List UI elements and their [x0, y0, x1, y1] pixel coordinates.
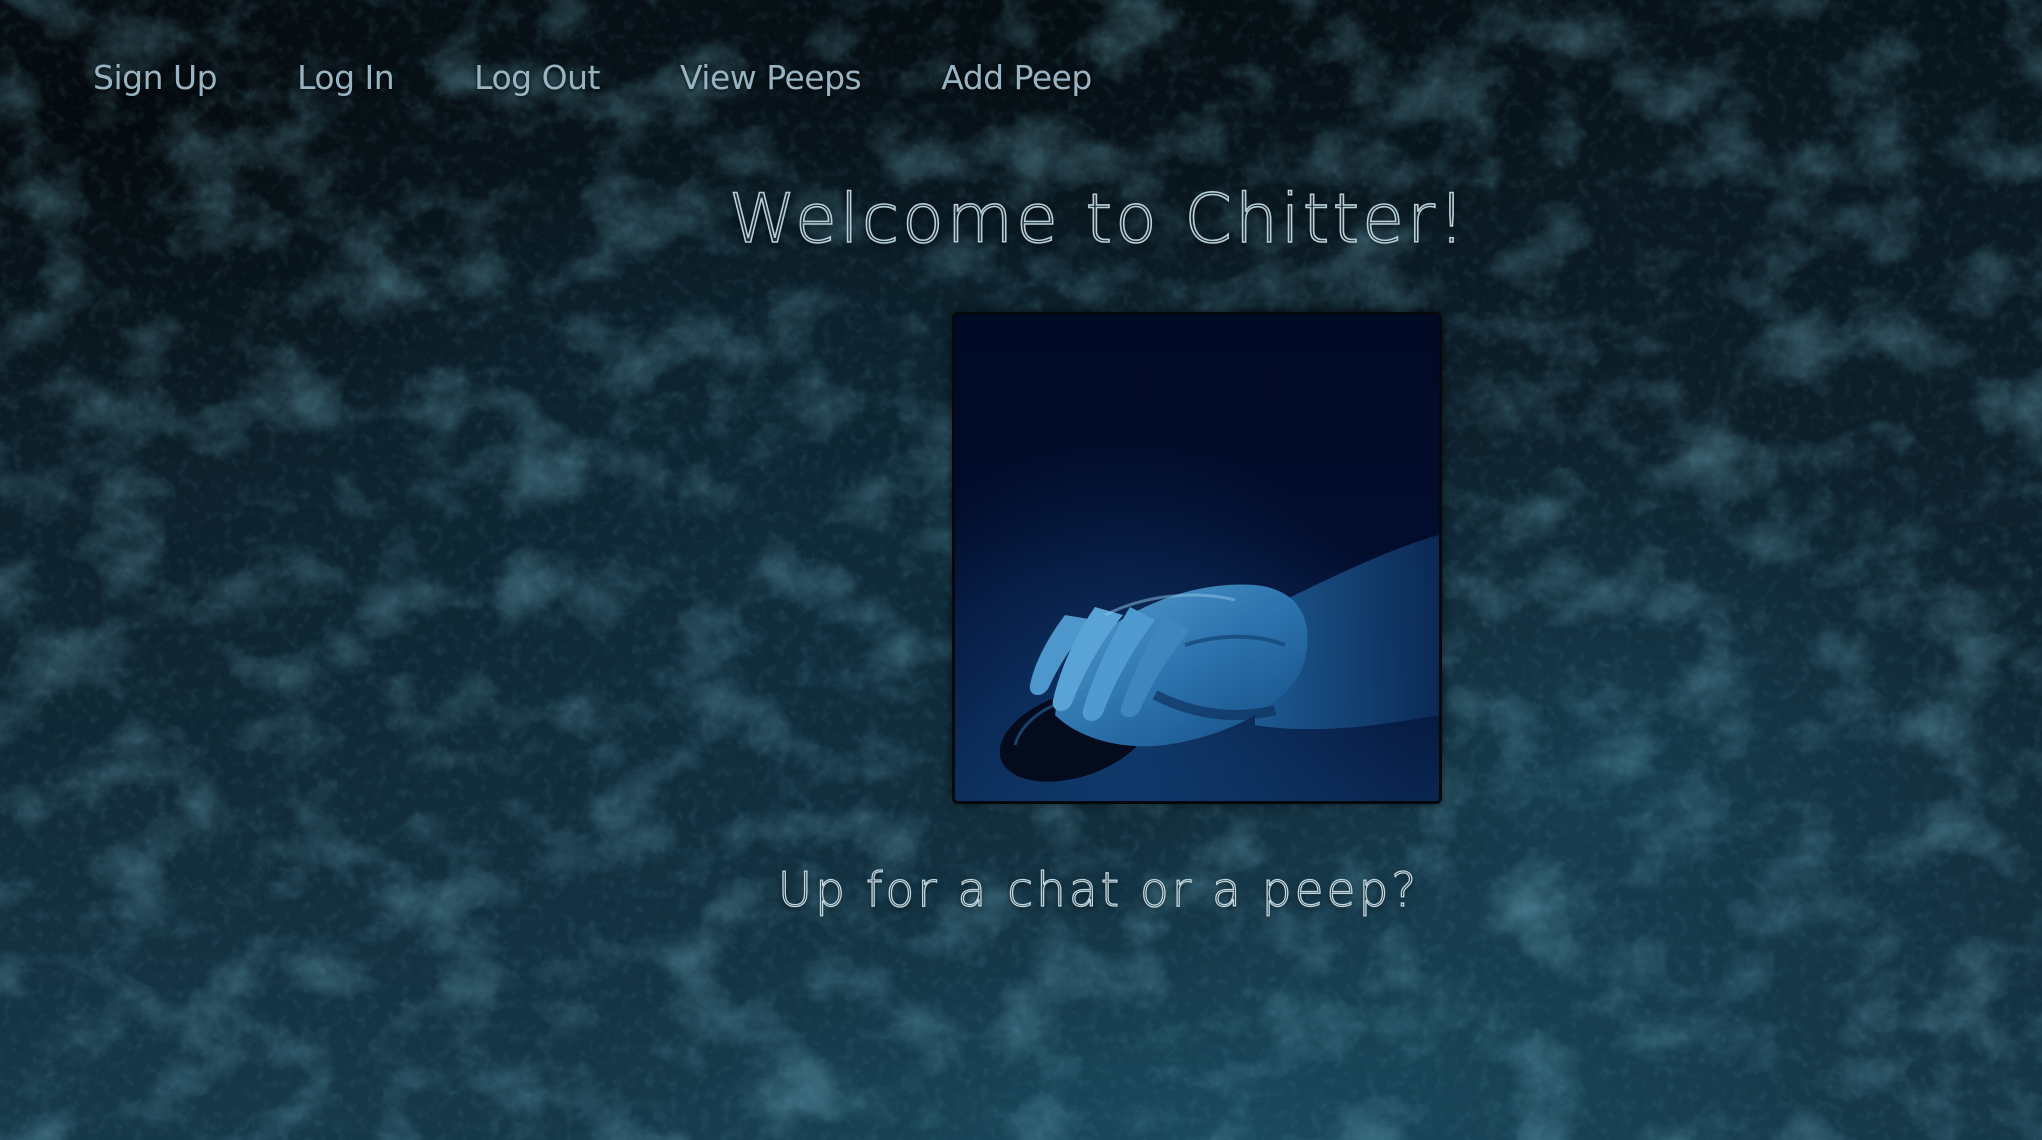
page-title: Welcome to Chitter!: [728, 179, 1469, 260]
nav-sign-up-link[interactable]: Sign Up: [93, 58, 218, 97]
nav-log-in-link[interactable]: Log In: [297, 58, 395, 97]
nav-log-out-link[interactable]: Log Out: [474, 58, 600, 97]
hand-on-mouse-illustration: [955, 315, 1439, 801]
nav-add-peep-link[interactable]: Add Peep: [941, 58, 1092, 97]
nav-view-peeps-link[interactable]: View Peeps: [680, 58, 862, 97]
top-nav: Sign Up Log In Log Out View Peeps Add Pe…: [93, 58, 1092, 97]
hero-image: [952, 312, 1442, 804]
page: { "nav": { "items": [ {"label": "Sign Up…: [0, 0, 2042, 1140]
tagline: Up for a chat or a peep?: [777, 862, 1420, 918]
